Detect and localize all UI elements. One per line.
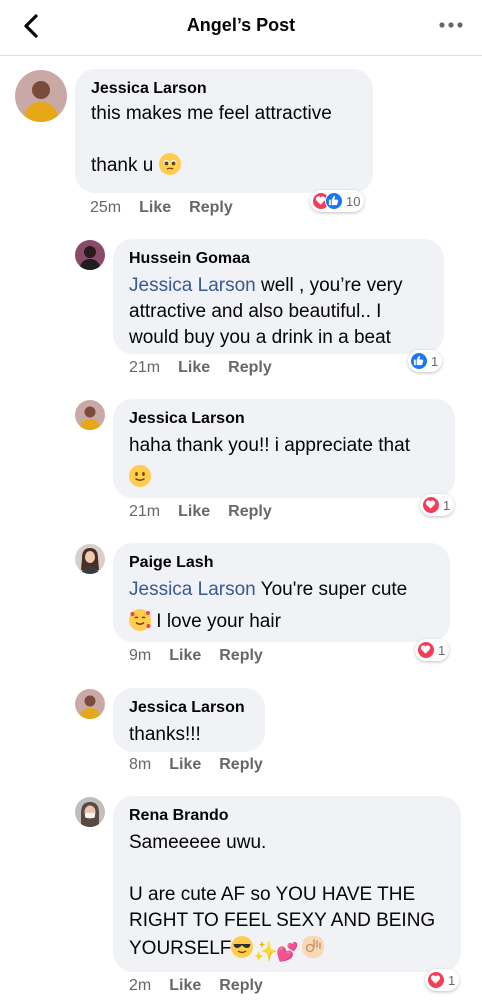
- reaction-summary[interactable]: 10: [310, 190, 365, 212]
- reaction-count: 1: [438, 642, 446, 658]
- avatar[interactable]: [75, 400, 105, 430]
- comment-author[interactable]: Jessica Larson: [129, 409, 439, 429]
- avatar[interactable]: [15, 70, 67, 122]
- comment-timestamp: 8m: [129, 756, 152, 773]
- comment-author[interactable]: Rena Brando: [129, 806, 445, 826]
- reaction-count: 1: [431, 353, 439, 369]
- avatar[interactable]: [75, 689, 105, 719]
- comment-text-fragment: well , you’re very: [255, 275, 403, 296]
- reaction-summary[interactable]: 1: [408, 350, 443, 372]
- smiling-face-with-hearts-emoji: [129, 609, 151, 631]
- comment-text-fragment: I love your hair: [151, 611, 281, 632]
- comment-meta: 21m Like Reply: [129, 503, 290, 521]
- thumbs-up-icon: [410, 352, 428, 370]
- comment-text: Sameeeee uwu.: [129, 832, 267, 853]
- comment-text-fragment: thank u: [91, 155, 154, 176]
- comment-text: haha thank you!! i appreciate that: [129, 435, 410, 456]
- comment-timestamp: 9m: [129, 647, 152, 664]
- comment-bubble: Paige Lash Jessica Larson You're super c…: [113, 543, 450, 642]
- mention-link[interactable]: Jessica Larson: [129, 579, 256, 600]
- avatar[interactable]: [75, 544, 105, 574]
- reply-button[interactable]: Reply: [189, 199, 233, 216]
- comment-timestamp: 21m: [129, 359, 161, 376]
- comment-bubble: Hussein Gomaa Jessica Larson well , you’…: [113, 239, 444, 354]
- comment-text-line: would buy you a drink in a beat: [129, 327, 391, 348]
- page-title: Angel’s Post: [186, 15, 296, 35]
- comment-meta: 25m Like Reply: [90, 199, 251, 217]
- reaction-summary[interactable]: 1: [420, 494, 455, 516]
- ok-hand-emoji: [302, 936, 325, 958]
- reaction-summary[interactable]: 1: [425, 969, 460, 991]
- like-button[interactable]: Like: [139, 199, 171, 216]
- comment-timestamp: 25m: [90, 199, 122, 216]
- like-button[interactable]: Like: [178, 503, 210, 520]
- heart-icon: [417, 641, 435, 659]
- comment-text-line: RIGHT TO FEEL SEXY AND BEING: [129, 910, 436, 931]
- reaction-summary[interactable]: 1: [415, 639, 450, 661]
- two-hearts-emoji: 💕: [276, 942, 299, 962]
- like-button[interactable]: Like: [169, 977, 201, 994]
- comment-text-fragment: YOURSELF: [129, 938, 232, 959]
- heart-icon: [427, 971, 445, 989]
- comment-bubble: Jessica Larson haha thank you!! i apprec…: [113, 399, 455, 498]
- comment-text-line: U are cute AF so YOU HAVE THE: [129, 884, 416, 905]
- comment-author[interactable]: Paige Lash: [129, 553, 434, 573]
- like-button[interactable]: Like: [169, 756, 201, 773]
- thumbs-up-icon: [325, 192, 343, 210]
- comment-text-line: YOURSELF ✨💕: [129, 936, 445, 963]
- comment-text-fragment: You're super cute: [255, 579, 408, 600]
- avatar[interactable]: [75, 240, 105, 270]
- comment-text: this makes me feel attractive: [91, 103, 332, 124]
- comment-bubble: Rena Brando Sameeeee uwu. U are cute AF …: [113, 796, 461, 972]
- mention-link[interactable]: Jessica Larson: [129, 275, 256, 296]
- reaction-count: 1: [443, 497, 451, 513]
- pleading-face-emoji: [158, 153, 181, 175]
- comment-timestamp: 21m: [129, 503, 161, 520]
- reply-button[interactable]: Reply: [228, 503, 272, 520]
- like-button[interactable]: Like: [169, 647, 201, 664]
- reaction-count: 10: [346, 193, 361, 209]
- reply-button[interactable]: Reply: [219, 647, 263, 664]
- reply-button[interactable]: Reply: [228, 359, 272, 376]
- comment-text-line: I love your hair: [129, 609, 434, 635]
- comment-timestamp: 2m: [129, 977, 152, 994]
- comment-bubble: Jessica Larson this makes me feel attrac…: [75, 69, 373, 193]
- comment-text: thanks!!!: [129, 724, 201, 745]
- comment-text-line: thank u: [91, 153, 357, 179]
- comment-text-line: Jessica Larson well , you’re very: [129, 273, 428, 299]
- slightly-smiling-face-emoji: [129, 465, 151, 487]
- comment-author[interactable]: Jessica Larson: [91, 79, 357, 99]
- avatar[interactable]: [75, 797, 105, 827]
- comment-meta: 8m Like Reply: [129, 756, 281, 774]
- reaction-count: 1: [448, 972, 456, 988]
- comment-meta: 2m Like Reply: [129, 977, 281, 995]
- comment-meta: 21m Like Reply: [129, 359, 290, 377]
- reply-button[interactable]: Reply: [219, 756, 263, 773]
- comment-text-line: attractive and also beautiful.. I: [129, 301, 382, 322]
- comment-meta: 9m Like Reply: [129, 647, 281, 665]
- heart-icon: [422, 496, 440, 514]
- comment-author[interactable]: Hussein Gomaa: [129, 249, 428, 269]
- ellipsis-icon[interactable]: [438, 18, 464, 32]
- like-button[interactable]: Like: [178, 359, 210, 376]
- top-bar: Angel’s Post: [0, 0, 482, 56]
- sparkles-emoji: ✨: [253, 941, 279, 963]
- comment-author[interactable]: Jessica Larson: [129, 698, 249, 718]
- comment-text-line: Jessica Larson You're super cute: [129, 577, 434, 603]
- reply-button[interactable]: Reply: [219, 977, 263, 994]
- comment-bubble: Jessica Larson thanks!!!: [113, 688, 265, 752]
- sunglasses-face-emoji: [231, 936, 254, 958]
